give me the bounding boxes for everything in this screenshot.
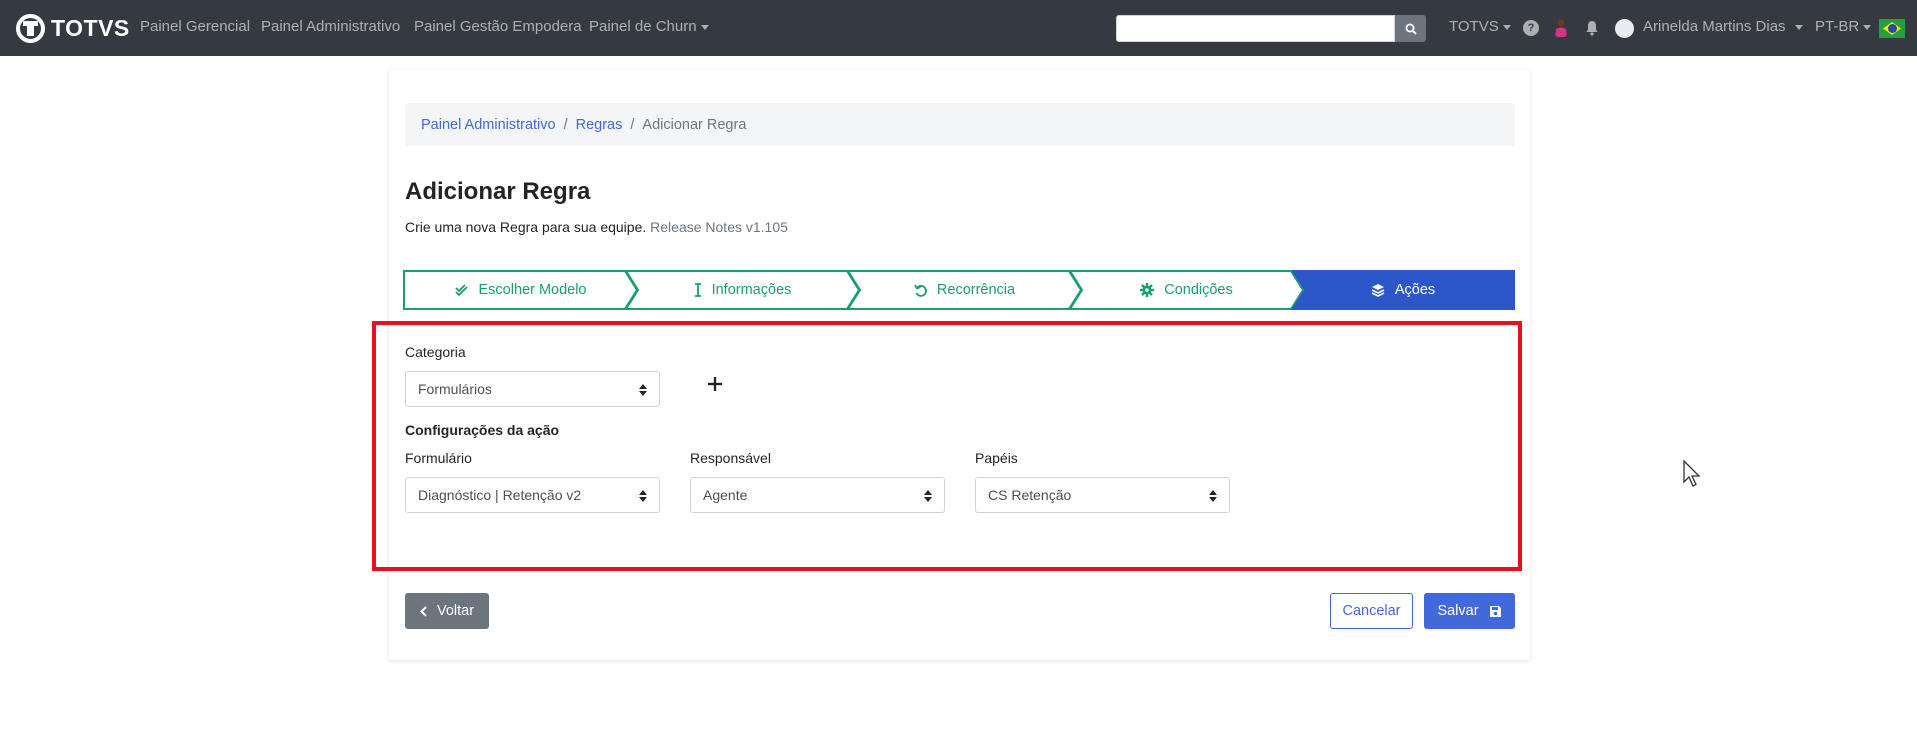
roles-select-value: CS Retenção [988, 487, 1072, 503]
breadcrumb-separator: / [563, 116, 568, 133]
brazil-flag-icon[interactable] [1879, 19, 1905, 38]
add-category-icon[interactable] [705, 374, 725, 394]
layers-icon [1371, 284, 1385, 297]
breadcrumb-link-painel-administrativo[interactable]: Painel Administrativo [421, 117, 556, 133]
breadcrumb: Painel Administrativo / Regras / Adicion… [405, 103, 1515, 146]
chevron-left-icon [420, 605, 427, 617]
step-condicoes[interactable]: Condições [1069, 270, 1304, 310]
brand-name: TOTVS [51, 14, 130, 41]
caret-down-icon [1794, 24, 1803, 30]
page-subtitle: Crie uma nova Regra para sua equipe. Rel… [405, 219, 788, 235]
form-select-value: Diagnóstico | Retenção v2 [418, 487, 582, 503]
nav-dropdown-label: Painel de Churn [589, 18, 697, 35]
step-label: Ações [1394, 282, 1436, 298]
nav-link-painel-gestao-empodera[interactable]: Painel Gestão Empodera [414, 18, 582, 35]
breadcrumb-link-regras[interactable]: Regras [576, 117, 623, 133]
step-label: Informações [711, 282, 792, 298]
user-status-icon[interactable] [1553, 18, 1569, 38]
sort-arrows-icon [639, 384, 647, 396]
caret-down-icon [1502, 24, 1511, 30]
org-dropdown-label: TOTVS [1449, 18, 1499, 35]
top-navbar: TOTVS Painel Gerencial Painel Administra… [0, 0, 1917, 56]
gear-icon [1140, 283, 1155, 297]
step-label: Condições [1164, 282, 1233, 298]
undo-icon [914, 284, 927, 297]
sort-arrows-icon [924, 490, 932, 502]
responsible-select-value: Agente [703, 487, 748, 503]
language-dropdown[interactable]: PT-BR [1815, 18, 1872, 35]
language-label: PT-BR [1815, 18, 1860, 35]
help-icon[interactable]: ? [1523, 20, 1539, 36]
roles-label: Papéis [975, 450, 1018, 466]
page-title: Adicionar Regra [405, 178, 591, 205]
nav-link-painel-administrativo[interactable]: Painel Administrativo [261, 18, 400, 35]
responsible-select[interactable]: Agente [690, 477, 945, 513]
mouse-cursor-icon [1683, 460, 1701, 487]
step-informacoes[interactable]: Informações [625, 270, 860, 310]
highlight-box [372, 321, 1522, 571]
sort-arrows-icon [639, 490, 647, 502]
step-acoes[interactable]: Ações [1291, 270, 1515, 310]
form-label: Formulário [405, 450, 472, 466]
double-check-icon [454, 284, 468, 296]
cancel-button-label: Cancelar [1342, 603, 1401, 619]
step-recorrencia[interactable]: Recorrência [847, 270, 1082, 310]
search-button[interactable] [1395, 15, 1426, 42]
totvs-logo-icon [16, 13, 45, 43]
category-select[interactable]: Formulários [405, 371, 660, 407]
avatar[interactable] [1615, 19, 1634, 38]
save-button-label: Salvar [1437, 603, 1479, 619]
text-cursor-icon [694, 283, 701, 297]
sort-arrows-icon [1209, 490, 1217, 502]
step-escolher-modelo[interactable]: Escolher Modelo [403, 270, 638, 310]
roles-select[interactable]: CS Retenção [975, 477, 1230, 513]
caret-down-icon [1863, 24, 1872, 30]
action-settings-title: Configurações da ação [405, 422, 560, 438]
cancel-button[interactable]: Cancelar [1330, 593, 1413, 629]
nav-link-painel-gerencial[interactable]: Painel Gerencial [140, 18, 250, 35]
breadcrumb-separator: / [630, 116, 635, 133]
back-button-label: Voltar [436, 603, 475, 619]
responsible-label: Responsável [690, 450, 771, 466]
step-label: Recorrência [936, 282, 1016, 298]
user-dropdown[interactable]: Arinelda Martins Dias [1643, 18, 1803, 35]
caret-down-icon [700, 24, 709, 30]
subtitle-text: Crie uma nova Regra para sua equipe. [405, 219, 647, 235]
bell-icon[interactable] [1584, 20, 1600, 36]
org-dropdown[interactable]: TOTVS [1449, 18, 1511, 35]
totvs-logo[interactable]: TOTVS [16, 12, 130, 44]
back-button[interactable]: Voltar [405, 593, 489, 629]
category-label: Categoria [405, 344, 466, 360]
save-button[interactable]: Salvar [1424, 593, 1515, 629]
search-input[interactable] [1116, 15, 1395, 42]
form-select[interactable]: Diagnóstico | Retenção v2 [405, 477, 660, 513]
wizard-stepper: Escolher Modelo Informações Recorrência … [403, 270, 1515, 310]
category-select-value: Formulários [418, 381, 492, 397]
floppy-disk-icon [1489, 605, 1501, 617]
nav-dropdown-painel-de-churn[interactable]: Painel de Churn [589, 18, 709, 35]
release-notes-link[interactable]: Release Notes v1.105 [650, 219, 788, 235]
step-label: Escolher Modelo [478, 282, 587, 298]
user-name: Arinelda Martins Dias [1643, 18, 1786, 35]
breadcrumb-current: Adicionar Regra [642, 116, 747, 133]
search-icon [1405, 23, 1417, 35]
